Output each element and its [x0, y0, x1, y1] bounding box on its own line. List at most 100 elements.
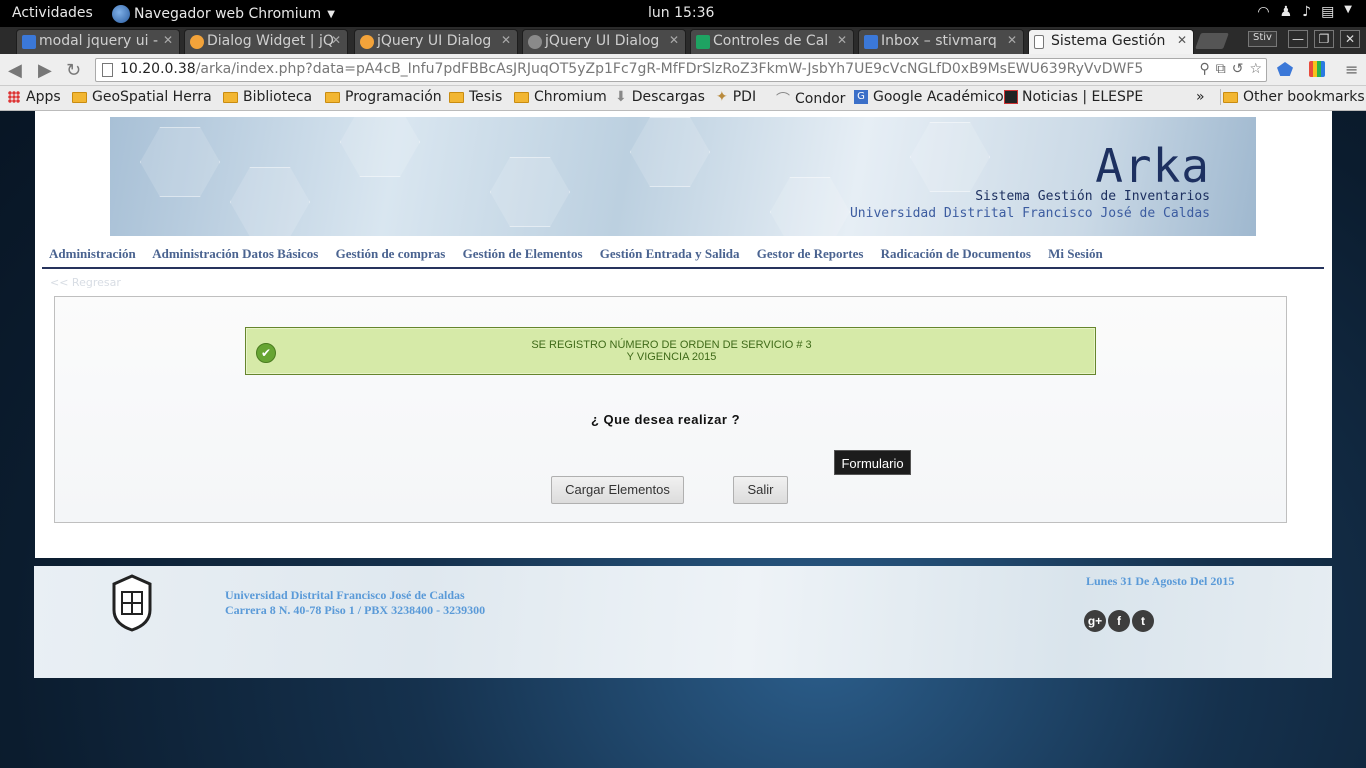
google-plus-icon[interactable]: g+ [1084, 610, 1106, 632]
page-icon [102, 63, 113, 77]
app-menu[interactable]: Navegador web Chromium ▼ [112, 5, 335, 23]
footer-address: Carrera 8 N. 40-78 Piso 1 / PBX 3238400 … [225, 603, 486, 617]
menu-divider [42, 267, 1324, 269]
menu-item-administracion[interactable]: Administración [49, 246, 136, 261]
maximize-icon[interactable]: ❐ [1314, 30, 1334, 48]
menu-item-datos-basicos[interactable]: Administración Datos Básicos [152, 246, 318, 261]
page-favicon-icon [1034, 35, 1044, 49]
hexagon-decoration [770, 177, 850, 236]
question-text: ¿ Que desea realizar ? [591, 412, 741, 427]
system-top-bar: Actividades Navegador web Chromium ▼ lun… [0, 0, 1366, 27]
bookmark-link[interactable]: Noticias | ELESPE [1004, 89, 1143, 105]
hexagon-decoration [340, 117, 420, 177]
notification-bell-icon[interactable]: ♟ [1280, 4, 1293, 20]
translate-icon[interactable]: ⧉ [1216, 61, 1226, 77]
facebook-icon[interactable]: f [1108, 610, 1130, 632]
bookmarks-bar: Apps GeoSpatial Herra Biblioteca Program… [0, 86, 1366, 111]
menu-item-compras[interactable]: Gestión de compras [336, 246, 446, 261]
apps-grid-icon [8, 91, 20, 103]
url-host: 10.20.0.38 [120, 61, 196, 77]
extension-icon[interactable] [1309, 61, 1325, 77]
forward-arrow-icon[interactable]: ▶ [38, 60, 52, 81]
bookmark-link[interactable]: ⬇ Descargas [615, 89, 705, 105]
tab-title: Controles de Cal [713, 33, 829, 49]
browser-tab-active[interactable]: Sistema Gestión ✕ [1028, 29, 1194, 54]
google-favicon-icon [22, 35, 36, 49]
new-tab-button[interactable] [1195, 33, 1229, 49]
app-subtitle: Sistema Gestión de Inventarios [975, 189, 1210, 204]
close-icon[interactable]: ✕ [837, 33, 847, 47]
bookmark-label: PDI [732, 89, 757, 105]
clipboard-icon[interactable]: ▤ [1321, 4, 1334, 20]
history-icon[interactable]: ↺ [1232, 61, 1244, 77]
reload-icon[interactable]: ↻ [66, 60, 81, 81]
menu-item-radicacion[interactable]: Radicación de Documentos [881, 246, 1031, 261]
pdi-icon: ✦ [716, 89, 728, 105]
footer-date: Lunes 31 De Agosto Del 2015 [1086, 574, 1235, 588]
bookmark-folder[interactable]: Chromium [514, 89, 607, 105]
close-icon[interactable]: ✕ [1177, 33, 1187, 47]
profile-button[interactable]: Stiv [1248, 31, 1277, 47]
folder-icon [223, 91, 238, 103]
system-tray[interactable]: ◠ ♟ ♪ ▤ ▼ [1257, 4, 1352, 20]
other-bookmarks-folder[interactable]: Other bookmarks [1220, 89, 1365, 105]
close-icon[interactable]: ✕ [331, 33, 341, 47]
omnibox-actions: ⚲ ⧉ ↺ ☆ [1195, 61, 1262, 77]
browser-tab[interactable]: Dialog Widget | jQ ✕ [184, 29, 348, 54]
alert-line: Y VIGENCIA 2015 [626, 351, 717, 363]
close-icon[interactable]: ✕ [163, 33, 173, 47]
wifi-icon[interactable]: ◠ [1257, 4, 1269, 20]
more-bookmarks-button[interactable]: » [1196, 89, 1205, 105]
window-close-icon[interactable]: ✕ [1340, 30, 1360, 48]
twitter-icon[interactable]: t [1132, 610, 1154, 632]
bookmark-label: Programación [345, 89, 442, 105]
menu-icon[interactable]: ≡ [1345, 60, 1358, 79]
dropdown-arrow-icon: ▼ [327, 8, 335, 20]
star-icon[interactable]: ☆ [1249, 61, 1262, 77]
bookmark-folder[interactable]: GeoSpatial Herra [72, 89, 212, 105]
folder-icon [449, 91, 464, 103]
bookmark-folder[interactable]: Biblioteca [223, 89, 312, 105]
tab-title: Dialog Widget | jQ [207, 33, 334, 49]
browser-tab[interactable]: jQuery UI Dialog ✕ [522, 29, 686, 54]
close-icon[interactable]: ✕ [1007, 33, 1017, 47]
footer-university: Universidad Distrital Francisco José de … [225, 588, 465, 602]
search-icon[interactable]: ⚲ [1199, 61, 1209, 77]
chevron-down-icon[interactable]: ▼ [1344, 4, 1352, 20]
close-icon[interactable]: ✕ [669, 33, 679, 47]
browser-tab[interactable]: modal jquery ui - ✕ [16, 29, 180, 54]
jquery-favicon-icon [190, 35, 204, 49]
close-icon[interactable]: ✕ [501, 33, 511, 47]
tab-title: jQuery UI Dialog [377, 33, 492, 49]
clock[interactable]: lun 15:36 [648, 5, 714, 21]
url-path: /arka/index.php?data=pA4cB_Infu7pdFBBcAs… [195, 61, 1144, 77]
back-arrow-icon[interactable]: ◀ [8, 60, 22, 81]
exit-button[interactable]: Salir [733, 476, 788, 504]
bookmark-folder[interactable]: Tesis [449, 89, 502, 105]
menu-item-elementos[interactable]: Gestión de Elementos [463, 246, 583, 261]
address-bar[interactable]: 10.20.0.38/arka/index.php?data=pA4cB_Inf… [95, 58, 1267, 82]
minimize-icon[interactable]: — [1288, 30, 1308, 48]
hexagon-decoration [910, 122, 990, 192]
activities-button[interactable]: Actividades [12, 5, 93, 21]
back-link[interactable]: << Regresar [50, 276, 121, 289]
bookmark-label: Other bookmarks [1243, 89, 1365, 105]
load-elements-button[interactable]: Cargar Elementos [551, 476, 684, 504]
main-menu: Administración Administración Datos Bási… [49, 246, 1117, 268]
bookmark-link[interactable]: G Google Académico [854, 89, 1004, 105]
bookmark-link[interactable]: ✦ PDI [716, 89, 756, 105]
apps-shortcut[interactable]: Apps [8, 89, 61, 105]
menu-item-entrada-salida[interactable]: Gestión Entrada y Salida [600, 246, 740, 261]
volume-icon[interactable]: ♪ [1302, 4, 1311, 20]
bookmark-link[interactable]: ⌒ Condor [776, 89, 845, 109]
browser-tab[interactable]: jQuery UI Dialog ✕ [354, 29, 518, 54]
browser-tab[interactable]: Inbox – stivmarq ✕ [858, 29, 1024, 54]
scholar-icon: G [854, 90, 868, 104]
menu-item-mi-sesion[interactable]: Mi Sesión [1048, 246, 1103, 261]
bookmark-label: Biblioteca [243, 89, 313, 105]
browser-toolbar: ◀ ▶ ↻ 10.20.0.38/arka/index.php?data=pA4… [0, 54, 1366, 86]
hexagon-decoration [140, 127, 220, 197]
bookmark-folder[interactable]: Programación [325, 89, 442, 105]
menu-item-reportes[interactable]: Gestor de Reportes [757, 246, 864, 261]
browser-tab[interactable]: Controles de Cal ✕ [690, 29, 854, 54]
